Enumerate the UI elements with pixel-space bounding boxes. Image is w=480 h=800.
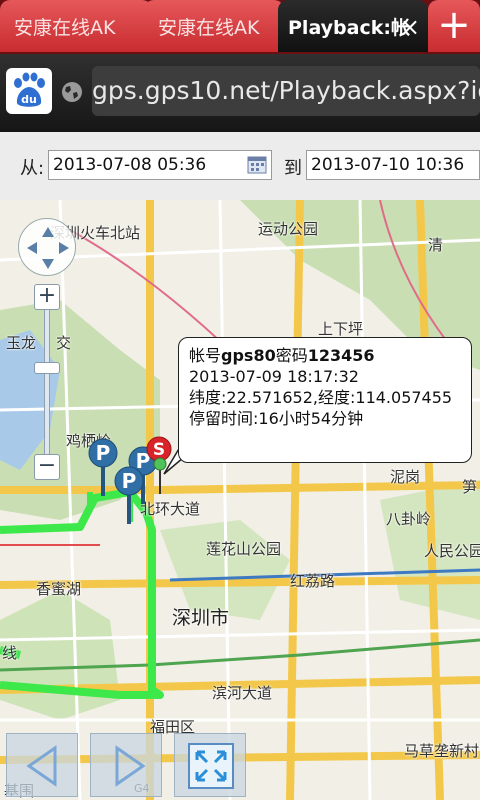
map-label-shenzhen: 深圳市 [172,607,230,629]
map-label-hongli-road: 红荔路 [290,572,336,590]
from-label: 从: [20,158,45,179]
zoom-out-icon[interactable]: − [34,454,60,480]
map-label-sports-park: 运动公园 [258,220,319,238]
map-label-qing: 清 [428,236,444,254]
map-label-lianhua-park: 莲花山公园 [206,540,282,558]
map-label-macaolong: 马草垄新村 [404,742,480,760]
popup-account-line: 帐号gps80密码123456 [189,345,461,366]
svg-text:du: du [21,93,37,106]
parking-marker-3-letter: P [122,469,137,493]
url-field[interactable]: gps.gps10.net/Playback.aspx?id [92,66,480,116]
map-label-nigang: 泥岗 [390,468,421,486]
popup-stay-time: 停留时间:16小时54分钟 [189,409,364,428]
fullscreen-button[interactable] [174,733,246,797]
calendar-icon[interactable] [247,155,267,175]
tab-3-label: Playback:帐 [288,16,410,39]
zoom-slider-thumb[interactable] [34,362,60,374]
to-date-input[interactable]: 2013-07-10 10:36 [306,150,480,180]
popup-datetime: 2013-07-09 18:17:32 [189,367,359,386]
parking-marker-3[interactable]: P [114,466,146,526]
tab-3-active[interactable]: Playback:帐 × [278,0,428,52]
map-label-binhe: 滨河大道 [212,684,273,702]
globe-icon [60,80,84,104]
popup-password-prefix: 密码 [275,346,308,365]
from-date-value: 2013-07-08 05:36 [53,155,207,175]
popup-account-prefix: 帐号 [189,346,222,365]
map-label-renmin: 人民公园 [424,542,480,560]
map-label-shangxiaping: 上下坪 [318,320,364,338]
map-label-xiangmihu: 香蜜湖 [36,580,82,598]
date-range-form: 从: 2013-07-08 05:36 到 2013-07-10 10:36 [0,132,480,200]
prev-icon [26,745,57,787]
tab-1[interactable]: 安康在线AK [0,0,152,52]
popup-account: gps80 [221,346,276,365]
tab-2[interactable]: 安康在线AK [144,0,284,52]
zoom-in-icon[interactable]: + [34,284,60,310]
tab-1-label: 安康在线AK [14,16,116,39]
pan-control-icon[interactable] [18,218,76,276]
prev-button[interactable] [6,733,78,797]
map-view[interactable]: 深圳火车北站 运动公园 上下坪 玉龙 交 鸡栖岭 北环大道 莲花山公园 香蜜湖 … [0,200,480,800]
popup-password: 123456 [307,346,375,365]
popup-coords: 纬度:22.571652,经度:114.057455 [189,388,453,407]
map-label-jiaoxi: 交 [56,334,72,352]
info-popup: 帐号gps80密码123456 2013-07-09 18:17:32 纬度:2… [178,337,472,463]
play-button[interactable] [90,733,162,797]
from-date-input[interactable]: 2013-07-08 05:36 [48,150,272,180]
map-base-tiles [0,200,480,800]
to-date-value: 2013-07-10 10:36 [311,155,465,175]
baidu-logo-icon[interactable]: du [6,68,52,114]
to-label: 到 [284,158,302,179]
play-icon [115,745,146,787]
address-bar-area: du gps.gps10.net/Playback.aspx?id [0,54,480,132]
map-label-yulong: 玉龙 [6,334,37,352]
tab-strip: 安康在线AK 安康在线AK Playback:帐 × + [0,0,480,54]
parking-marker-1-letter: P [96,441,111,465]
map-label-metro: 线 [2,644,18,662]
map-label-sun: 笋 [462,478,478,496]
new-tab-button[interactable]: + [428,0,480,52]
zoom-slider-track[interactable] [44,308,50,468]
tab-2-label: 安康在线AK [158,16,260,39]
fullscreen-icon [188,743,234,789]
close-tab-icon[interactable]: × [400,13,420,41]
map-label-bagualing: 八卦岭 [386,510,432,528]
